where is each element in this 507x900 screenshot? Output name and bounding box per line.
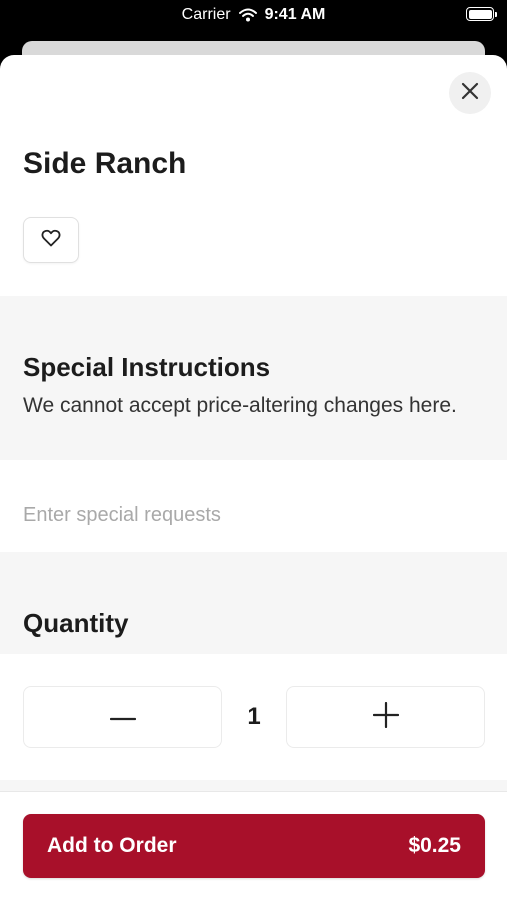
- special-instructions-heading: Special Instructions: [23, 352, 271, 382]
- add-to-order-button[interactable]: Add to Order $0.25: [23, 814, 485, 878]
- status-center: Carrier 9:41 AM: [0, 6, 507, 24]
- wifi-icon: [238, 8, 257, 22]
- favorite-button[interactable]: [23, 217, 79, 263]
- status-bar: Carrier 9:41 AM: [0, 0, 507, 32]
- order-price: $0.25: [408, 834, 461, 857]
- footer-bar: Add to Order $0.25: [0, 791, 507, 900]
- carrier-label: Carrier: [181, 6, 231, 23]
- special-instructions-note: We cannot accept price-altering changes …: [23, 394, 457, 417]
- quantity-section: Quantity: [0, 552, 507, 654]
- item-title: Side Ranch: [23, 147, 187, 180]
- quantity-value: 1: [247, 703, 261, 730]
- plus-icon: [372, 701, 399, 733]
- quantity-stepper: 1: [0, 654, 507, 780]
- close-icon: [461, 82, 479, 105]
- increment-button[interactable]: [286, 686, 485, 748]
- item-modal-sheet: Side Ranch Special Instructions We canno…: [0, 55, 507, 900]
- battery-icon: [466, 7, 497, 21]
- quantity-heading: Quantity: [23, 608, 129, 638]
- decrement-button[interactable]: [23, 686, 222, 748]
- minus-icon: [109, 708, 136, 726]
- status-time: 9:41 AM: [264, 6, 326, 23]
- special-instructions-section: Special Instructions We cannot accept pr…: [0, 296, 507, 460]
- close-button[interactable]: [449, 72, 491, 114]
- heart-icon: [41, 229, 61, 252]
- add-to-order-label: Add to Order: [47, 834, 177, 857]
- special-requests-input[interactable]: [0, 460, 507, 552]
